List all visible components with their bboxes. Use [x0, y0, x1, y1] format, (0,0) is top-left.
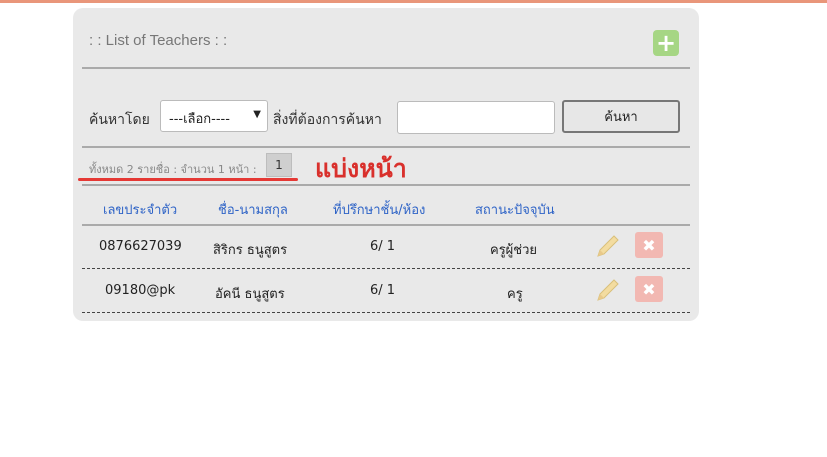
column-header-id[interactable]: เลขประจำตัว: [103, 199, 177, 220]
annotation-text: แบ่งหน้า: [315, 154, 407, 183]
divider: [82, 67, 690, 69]
table-row: 09180@pk อัคนี ธนูสูตร 6/ 1 ครู ✖: [82, 270, 690, 311]
pager-summary: ทั้งหมด 2 รายชื่อ : จำนวน 1 หน้า :: [89, 163, 257, 176]
table-row: 0876627039 สิริกร ธนูสูตร 6/ 1 ครูผู้ช่ว…: [82, 226, 690, 267]
top-accent-line: [0, 0, 827, 3]
column-header-class[interactable]: ที่ปรึกษาชั้น/ห้อง: [333, 199, 425, 220]
teacher-name: สิริกร ธนูสูตร: [213, 243, 288, 258]
panel-title: : : List of Teachers : :: [89, 32, 228, 49]
column-header-name[interactable]: ชื่อ-นามสกุล: [218, 199, 288, 220]
teachers-panel: : : List of Teachers : : + ค้นหาโดย ---เ…: [73, 8, 699, 321]
teacher-id: 0876627039: [99, 239, 182, 254]
dropdown-arrow-icon: ▼: [253, 109, 261, 120]
page-1-link[interactable]: 1: [266, 153, 292, 177]
add-teacher-button[interactable]: +: [653, 30, 679, 56]
divider: [82, 146, 690, 148]
plus-icon: +: [655, 29, 677, 57]
annotation-underline: [78, 178, 298, 181]
x-icon: ✖: [642, 235, 656, 255]
pencil-icon[interactable]: [594, 276, 622, 304]
search-field-select[interactable]: ---เลือก---- ▼: [160, 100, 268, 132]
teacher-name: อัคนี ธนูสูตร: [215, 287, 285, 302]
row-divider: [82, 268, 690, 269]
teacher-class: 6/ 1: [370, 283, 396, 298]
teacher-class: 6/ 1: [370, 239, 396, 254]
divider: [82, 184, 690, 186]
x-icon: ✖: [642, 279, 656, 299]
pencil-icon[interactable]: [594, 232, 622, 260]
search-button[interactable]: ค้นหา: [562, 100, 680, 133]
teacher-status: ครูผู้ช่วย: [490, 243, 538, 258]
search-input[interactable]: [397, 101, 555, 134]
search-query-label: สิ่งที่ต้องการค้นหา: [273, 112, 382, 128]
column-header-status[interactable]: สถานะปัจจุบัน: [475, 199, 555, 220]
row-divider: [82, 312, 690, 313]
delete-button[interactable]: ✖: [635, 276, 663, 302]
select-value: ---เลือก----: [169, 112, 230, 127]
search-by-label: ค้นหาโดย: [89, 112, 150, 128]
teacher-id: 09180@pk: [105, 283, 176, 298]
teacher-status: ครู: [507, 287, 523, 302]
delete-button[interactable]: ✖: [635, 232, 663, 258]
